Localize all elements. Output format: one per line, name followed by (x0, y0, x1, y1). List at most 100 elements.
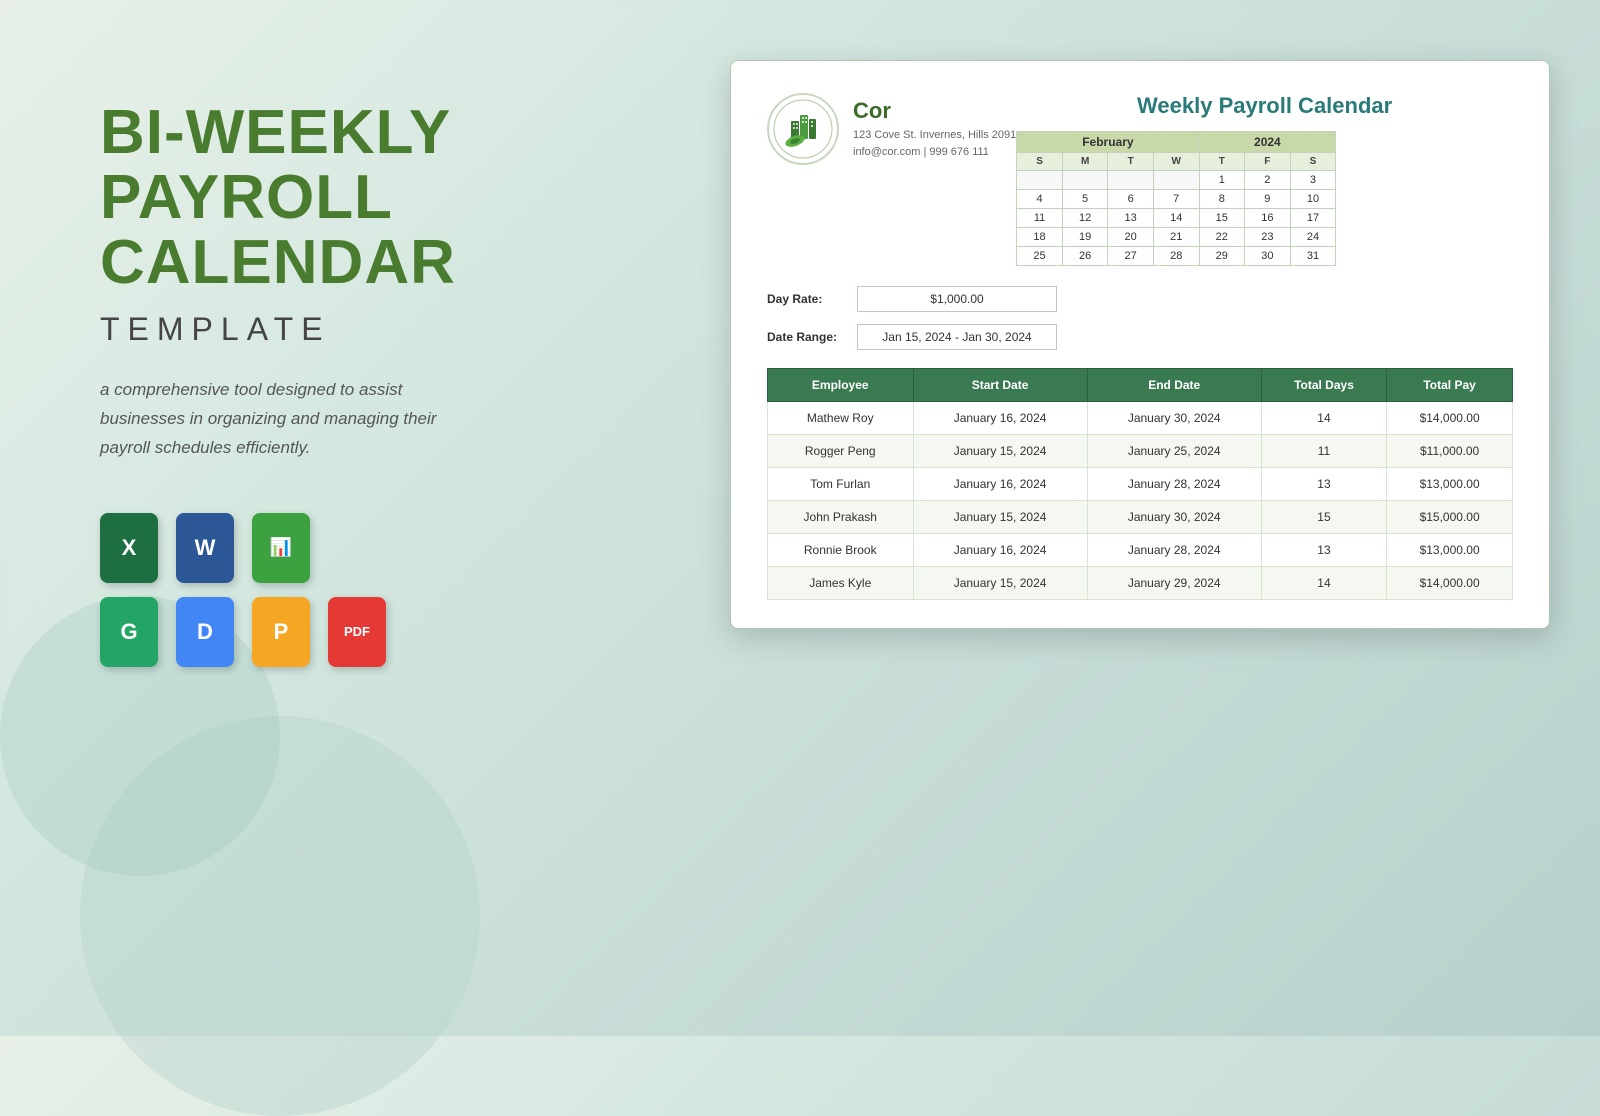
col-employee: Employee (768, 369, 914, 402)
cal-day: 9 (1245, 190, 1291, 209)
cal-day: 12 (1062, 209, 1108, 228)
cal-day: 27 (1108, 247, 1154, 266)
cell-end: January 28, 2024 (1087, 534, 1261, 567)
cell-name: Mathew Roy (768, 402, 914, 435)
cell-pay: $14,000.00 (1387, 567, 1513, 600)
day-t2: T (1199, 153, 1245, 171)
cell-start: January 15, 2024 (913, 435, 1087, 468)
day-m: M (1062, 153, 1108, 171)
cal-day (1108, 171, 1154, 190)
table-row: Tom FurlanJanuary 16, 2024January 28, 20… (768, 468, 1513, 501)
table-row: Mathew RoyJanuary 16, 2024January 30, 20… (768, 402, 1513, 435)
cell-name: John Prakash (768, 501, 914, 534)
excel-letter: X (122, 535, 137, 561)
day-rate-input[interactable]: $1,000.00 (857, 286, 1057, 312)
cell-name: Rogger Peng (768, 435, 914, 468)
cal-day: 30 (1245, 247, 1291, 266)
description: a comprehensive tool designed to assist … (100, 376, 460, 463)
cell-pay: $13,000.00 (1387, 468, 1513, 501)
cell-pay: $14,000.00 (1387, 402, 1513, 435)
col-total-days: Total Days (1261, 369, 1386, 402)
cal-day: 2 (1245, 171, 1291, 190)
cal-day: 10 (1290, 190, 1336, 209)
subtitle: TEMPLATE (100, 311, 520, 348)
cal-day: 3 (1290, 171, 1336, 190)
pdf-icon[interactable]: PDF (328, 597, 386, 667)
cell-name: Tom Furlan (768, 468, 914, 501)
company-section: Cor 123 Cove St. Invernes, Hills 2091 in… (767, 93, 1016, 165)
cal-day: 7 (1153, 190, 1199, 209)
col-end-date: End Date (1087, 369, 1261, 402)
day-w: W (1153, 153, 1199, 171)
cal-day: 19 (1062, 228, 1108, 247)
cal-day: 1 (1199, 171, 1245, 190)
cal-day (1017, 171, 1063, 190)
cell-end: January 30, 2024 (1087, 402, 1261, 435)
cal-day: 4 (1017, 190, 1063, 209)
date-range-label: Date Range: (767, 330, 857, 344)
cell-name: James Kyle (768, 567, 914, 600)
calendar-area: Weekly Payroll Calendar February 2024 S … (1016, 93, 1513, 266)
pages-letter: P (274, 619, 289, 645)
title-line1: BI-WEEKLY (100, 98, 451, 167)
cell-name: Ronnie Brook (768, 534, 914, 567)
date-range-input[interactable]: Jan 15, 2024 - Jan 30, 2024 (857, 324, 1057, 350)
cell-end: January 29, 2024 (1087, 567, 1261, 600)
company-name: Cor (853, 98, 1016, 124)
doc-header: Cor 123 Cove St. Invernes, Hills 2091 in… (767, 93, 1513, 266)
cal-day: 16 (1245, 209, 1291, 228)
document: Cor 123 Cove St. Invernes, Hills 2091 in… (730, 60, 1550, 629)
cal-month: February (1017, 132, 1199, 153)
mini-calendar: February 2024 S M T W T F S 123456789101… (1016, 131, 1336, 266)
cal-year: 2024 (1199, 132, 1336, 153)
excel-icon[interactable]: X (100, 513, 158, 583)
gsheets-icon[interactable]: G (100, 597, 158, 667)
cell-end: January 25, 2024 (1087, 435, 1261, 468)
cell-start: January 16, 2024 (913, 534, 1087, 567)
cell-end: January 30, 2024 (1087, 501, 1261, 534)
cal-day: 14 (1153, 209, 1199, 228)
table-row: James KyleJanuary 15, 2024January 29, 20… (768, 567, 1513, 600)
day-rate-label: Day Rate: (767, 292, 857, 306)
numbers-icon[interactable]: 📊 (252, 513, 310, 583)
cal-day (1153, 171, 1199, 190)
company-info: Cor 123 Cove St. Invernes, Hills 2091 in… (853, 98, 1016, 160)
cell-days: 14 (1261, 402, 1386, 435)
pages-icon[interactable]: P (252, 597, 310, 667)
day-t1: T (1108, 153, 1154, 171)
cal-day: 24 (1290, 228, 1336, 247)
cal-day: 31 (1290, 247, 1336, 266)
col-start-date: Start Date (913, 369, 1087, 402)
cell-start: January 16, 2024 (913, 402, 1087, 435)
cell-days: 13 (1261, 468, 1386, 501)
gsheets-letter: G (120, 619, 137, 645)
cal-day: 23 (1245, 228, 1291, 247)
cal-day: 15 (1199, 209, 1245, 228)
cell-start: January 16, 2024 (913, 468, 1087, 501)
cell-start: January 15, 2024 (913, 501, 1087, 534)
gdocs-icon[interactable]: D (176, 597, 234, 667)
cal-day: 29 (1199, 247, 1245, 266)
numbers-letter: 📊 (270, 537, 292, 558)
cell-pay: $11,000.00 (1387, 435, 1513, 468)
cal-day: 25 (1017, 247, 1063, 266)
cal-day: 22 (1199, 228, 1245, 247)
title-line2: PAYROLL (100, 163, 393, 232)
employee-table: Employee Start Date End Date Total Days … (767, 368, 1513, 600)
cal-day: 6 (1108, 190, 1154, 209)
cal-day: 18 (1017, 228, 1063, 247)
calendar-title: Weekly Payroll Calendar (1016, 93, 1513, 119)
cal-day: 21 (1153, 228, 1199, 247)
cal-day: 8 (1199, 190, 1245, 209)
cal-day: 28 (1153, 247, 1199, 266)
table-row: John PrakashJanuary 15, 2024January 30, … (768, 501, 1513, 534)
cal-day: 5 (1062, 190, 1108, 209)
cal-day: 26 (1062, 247, 1108, 266)
col-total-pay: Total Pay (1387, 369, 1513, 402)
left-panel: BI-WEEKLY PAYROLL CALENDAR TEMPLATE a co… (100, 100, 520, 667)
day-rate-row: Day Rate: $1,000.00 (767, 286, 1513, 312)
word-icon[interactable]: W (176, 513, 234, 583)
cell-days: 15 (1261, 501, 1386, 534)
cal-day: 13 (1108, 209, 1154, 228)
cal-day: 17 (1290, 209, 1336, 228)
